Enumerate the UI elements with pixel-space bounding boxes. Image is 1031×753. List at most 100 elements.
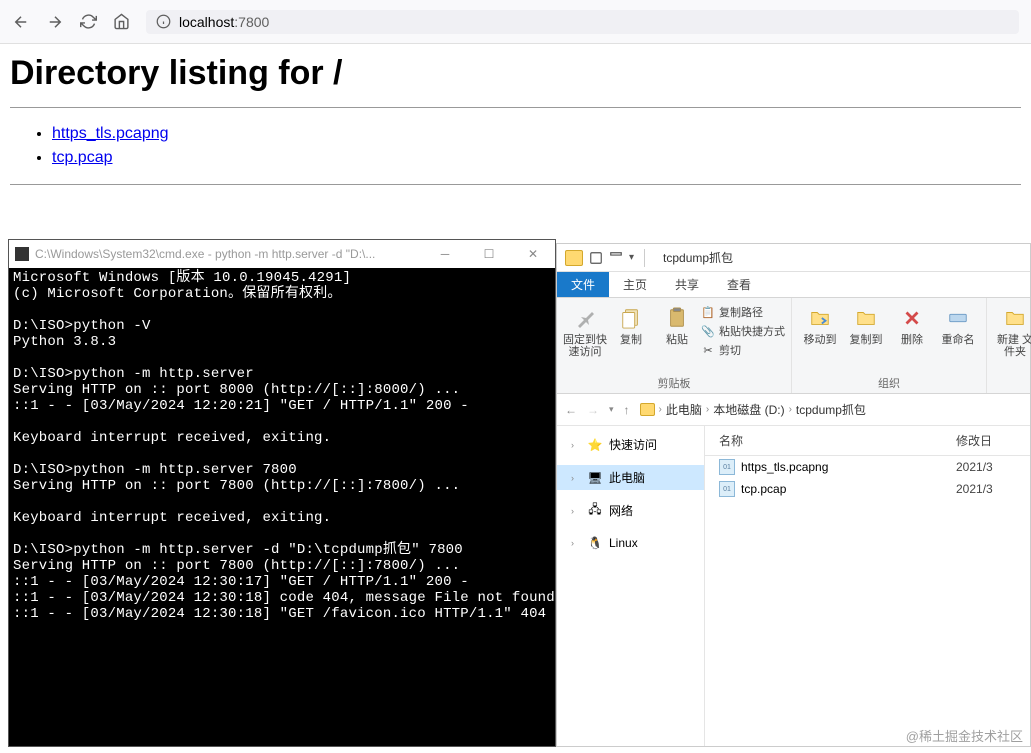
newfolder-button[interactable]: 新建 文件夹	[993, 302, 1031, 358]
copypath-button[interactable]: 📋复制路径	[701, 304, 785, 320]
column-headers: 名称 修改日	[705, 426, 1030, 456]
cmd-titlebar[interactable]: C:\Windows\System32\cmd.exe - python -m …	[9, 240, 555, 268]
delete-label: 删除	[901, 334, 923, 346]
up-button[interactable]: ↑	[624, 403, 630, 417]
nav-buttons	[12, 13, 130, 31]
qat-icon[interactable]	[589, 251, 603, 265]
maximize-button[interactable]: ☐	[467, 240, 511, 268]
cut-button[interactable]: ✂剪切	[701, 342, 785, 358]
page-content: Directory listing for / https_tls.pcapng…	[0, 44, 1031, 209]
pin-button[interactable]: 固定到快 速访问	[563, 302, 607, 358]
recent-button[interactable]: ▾	[609, 404, 614, 415]
copy-icon	[617, 304, 645, 332]
tab-file[interactable]: 文件	[557, 272, 609, 297]
rename-icon	[944, 304, 972, 332]
copyto-label: 复制到	[850, 334, 883, 346]
address-bar: ← → ▾ ↑ › 此电脑 › 本地磁盘 (D:) › tcpdump抓包	[557, 394, 1030, 426]
window-buttons: ─ ☐ ✕	[423, 240, 555, 268]
pasteshort-button[interactable]: 📎 粘贴快捷方式	[701, 323, 785, 339]
chevron-right-icon: ›	[571, 506, 581, 516]
computer-icon: 🖥	[587, 470, 603, 486]
explorer-window: ▾ tcpdump抓包 文件 主页 共享 查看 固定到快 速访问 复制 粘贴	[556, 243, 1031, 747]
newfolder-label: 新建 文件夹	[993, 334, 1031, 358]
back-button[interactable]: ←	[565, 403, 577, 417]
forward-button[interactable]	[46, 13, 64, 31]
copy-label: 复制	[620, 334, 642, 346]
paste-button[interactable]: 粘贴	[655, 302, 699, 346]
qat-icon[interactable]	[609, 251, 623, 265]
moveto-button[interactable]: 移动到	[798, 302, 842, 346]
url-port: :7800	[234, 14, 269, 30]
divider	[10, 184, 1021, 185]
folder-icon	[640, 403, 655, 416]
delete-button[interactable]: 删除	[890, 302, 934, 346]
file-date: 2021/3	[956, 482, 1016, 496]
back-button[interactable]	[12, 13, 30, 31]
url-bar[interactable]: localhost:7800	[146, 10, 1019, 34]
pcap-file-icon: 01	[719, 459, 735, 475]
divider	[10, 107, 1021, 108]
copyto-button[interactable]: 复制到	[844, 302, 888, 346]
rename-button[interactable]: 重命名	[936, 302, 980, 346]
cmd-icon	[15, 247, 29, 261]
explorer-titlebar[interactable]: ▾ tcpdump抓包	[557, 244, 1030, 272]
star-icon: ⭐	[587, 437, 603, 453]
sidebar-item-linux[interactable]: › 🐧 Linux	[557, 531, 704, 555]
clipboard-group-label: 剪贴板	[658, 373, 691, 391]
sidebar-item-pc[interactable]: › 🖥 此电脑	[557, 465, 704, 490]
separator	[644, 249, 645, 267]
sidebar-label: Linux	[609, 536, 638, 550]
file-row[interactable]: 01 https_tls.pcapng 2021/3	[705, 456, 1030, 478]
rename-label: 重命名	[942, 334, 975, 346]
file-link[interactable]: tcp.pcap	[52, 149, 112, 166]
crumb-pc[interactable]: 此电脑	[666, 401, 702, 418]
sidebar-label: 网络	[609, 502, 633, 519]
shortcut-icon: 📎	[701, 324, 715, 338]
explorer-main: › ⭐ 快速访问 › 🖥 此电脑 › 🖧 网络 › 🐧 Linux	[557, 426, 1030, 746]
file-date: 2021/3	[956, 460, 1016, 474]
reload-button[interactable]	[80, 13, 97, 30]
linux-icon: 🐧	[587, 535, 603, 551]
sidebar-item-network[interactable]: › 🖧 网络	[557, 498, 704, 523]
file-link[interactable]: https_tls.pcapng	[52, 125, 169, 142]
organize-group-label: 组织	[878, 373, 900, 391]
minimize-button[interactable]: ─	[423, 240, 467, 268]
pasteshort-label: 粘贴快捷方式	[719, 323, 785, 339]
crumb-folder[interactable]: tcpdump抓包	[796, 401, 866, 418]
forward-button[interactable]: →	[587, 403, 599, 417]
copy-button[interactable]: 复制	[609, 302, 653, 346]
watermark: @稀土掘金技术社区	[906, 726, 1023, 745]
ribbon-tabs: 文件 主页 共享 查看	[557, 272, 1030, 298]
path-icon: 📋	[701, 305, 715, 319]
sidebar-label: 此电脑	[609, 469, 645, 486]
close-button[interactable]: ✕	[511, 240, 555, 268]
header-date[interactable]: 修改日	[956, 432, 1016, 449]
cmd-output[interactable]: Microsoft Windows [版本 10.0.19045.4291] (…	[9, 268, 555, 746]
paste-label: 粘贴	[666, 334, 688, 346]
tab-home[interactable]: 主页	[609, 272, 661, 297]
cmd-window: C:\Windows\System32\cmd.exe - python -m …	[8, 239, 556, 747]
moveto-icon	[806, 304, 834, 332]
breadcrumb[interactable]: › 此电脑 › 本地磁盘 (D:) › tcpdump抓包	[640, 401, 1022, 418]
tab-view[interactable]: 查看	[713, 272, 765, 297]
directory-list: https_tls.pcapng tcp.pcap	[10, 122, 1021, 170]
breadcrumb-sep: ›	[706, 404, 709, 415]
delete-icon	[898, 304, 926, 332]
sidebar-item-quick[interactable]: › ⭐ 快速访问	[557, 432, 704, 457]
network-icon: 🖧	[587, 503, 603, 519]
home-button[interactable]	[113, 13, 130, 30]
nav-pane: › ⭐ 快速访问 › 🖥 此电脑 › 🖧 网络 › 🐧 Linux	[557, 426, 705, 746]
crumb-disk[interactable]: 本地磁盘 (D:)	[713, 401, 784, 418]
copyto-icon	[852, 304, 880, 332]
chevron-right-icon: ›	[571, 473, 581, 483]
tab-share[interactable]: 共享	[661, 272, 713, 297]
list-item: https_tls.pcapng	[52, 122, 1021, 146]
cut-icon: ✂	[701, 343, 715, 357]
ribbon: 固定到快 速访问 复制 粘贴 📋复制路径 📎 粘贴快捷方式 ✂剪切 剪贴板	[557, 298, 1030, 394]
qat-chevron-icon[interactable]: ▾	[629, 252, 634, 263]
chevron-right-icon: ›	[571, 440, 581, 450]
file-row[interactable]: 01 tcp.pcap 2021/3	[705, 478, 1030, 500]
header-name[interactable]: 名称	[719, 432, 956, 449]
sidebar-label: 快速访问	[609, 436, 657, 453]
ribbon-group-new: 新建 文件夹	[987, 298, 1031, 393]
